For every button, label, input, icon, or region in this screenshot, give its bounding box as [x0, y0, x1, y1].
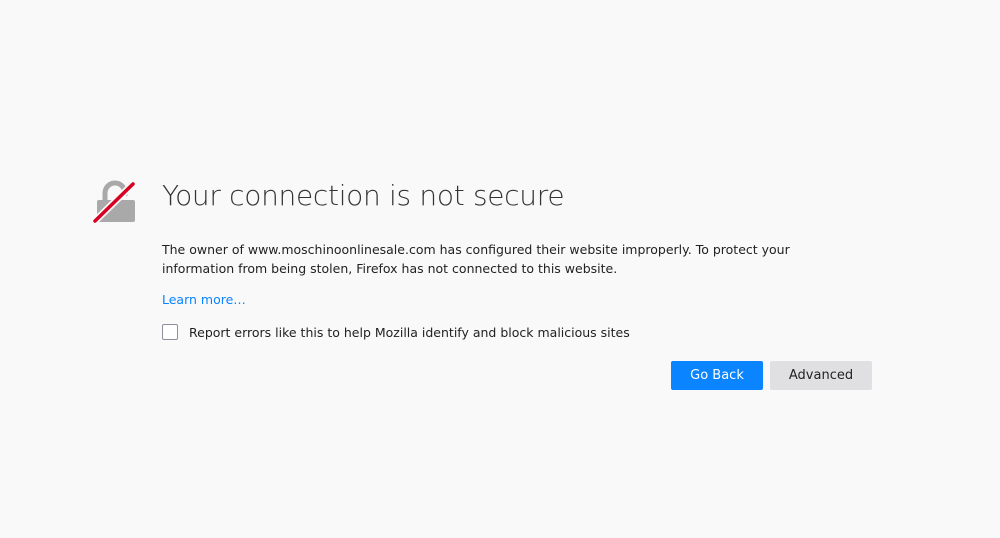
report-errors-checkbox[interactable]: [162, 324, 178, 340]
go-back-button[interactable]: Go Back: [671, 361, 763, 390]
report-errors-row[interactable]: Report errors like this to help Mozilla …: [162, 322, 630, 342]
broken-lock-icon: [90, 178, 140, 226]
page-title: Your connection is not secure: [162, 179, 565, 212]
advanced-button[interactable]: Advanced: [770, 361, 872, 390]
error-page: Your connection is not secure The owner …: [0, 0, 1000, 538]
report-errors-label[interactable]: Report errors like this to help Mozilla …: [189, 325, 630, 340]
error-description: The owner of www.moschinoonlinesale.com …: [162, 242, 790, 276]
learn-more-link[interactable]: Learn more…: [162, 291, 246, 309]
